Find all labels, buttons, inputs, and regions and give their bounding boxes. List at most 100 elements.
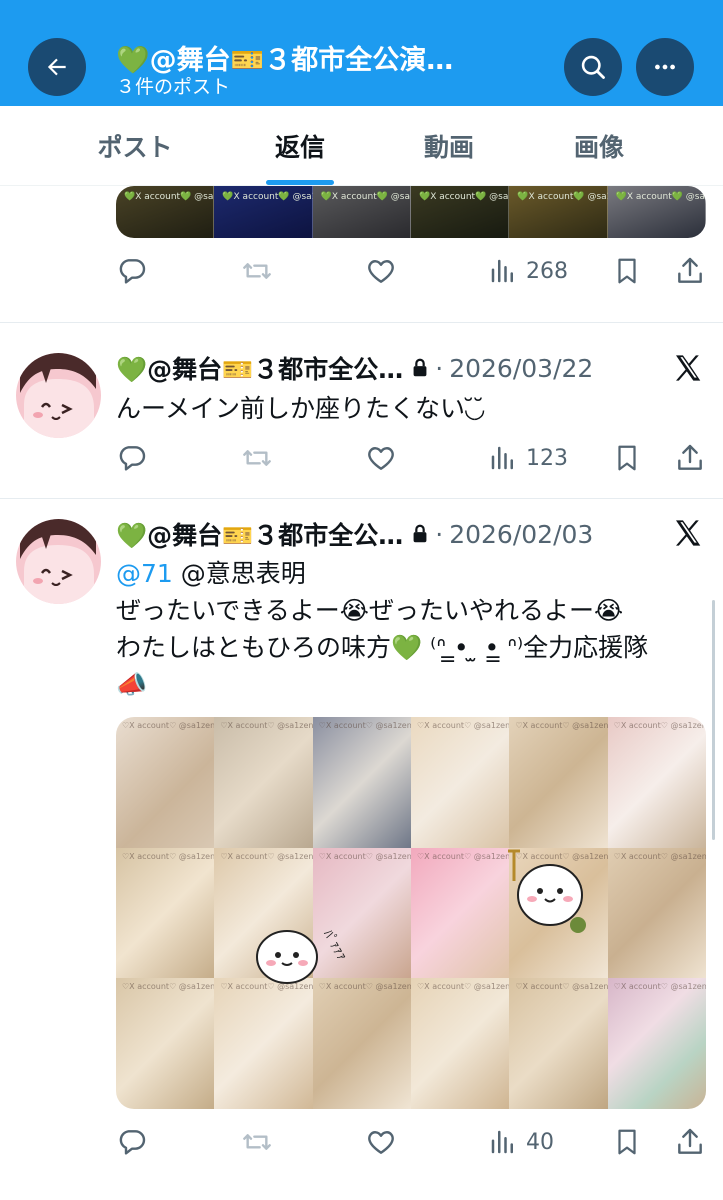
scrollbar[interactable] bbox=[712, 600, 715, 840]
media-thumbnail[interactable]: 💚X account💚 @sa1zensuwaru bbox=[607, 186, 706, 238]
media-watermark: ♡X account♡ @sa1zensuwaru bbox=[417, 721, 510, 730]
post-media-grid[interactable]: ♡X account♡ @sa1zensuwaru ♡X account♡ @s… bbox=[116, 717, 706, 1109]
media-thumbnail[interactable]: ♡X account♡ @sa1zensuwaru bbox=[312, 978, 411, 1109]
avatar[interactable] bbox=[16, 353, 101, 438]
lock-icon bbox=[413, 524, 427, 543]
avatar[interactable] bbox=[16, 519, 101, 604]
media-watermark: ♡X account♡ @sa1zensuwaru bbox=[220, 721, 313, 730]
post-text-line: わたしはともひろの味方💚 ⁽ᐢ ̳• ̫ •̳ ᐢ⁾全力応援隊 bbox=[116, 633, 649, 662]
comment-icon bbox=[119, 446, 146, 471]
share-button[interactable] bbox=[674, 1122, 706, 1162]
x-logo-icon[interactable] bbox=[672, 517, 704, 549]
mention-rest: @意思表明 bbox=[172, 559, 306, 588]
bookmark-button[interactable] bbox=[612, 438, 642, 478]
bookmark-icon bbox=[618, 258, 636, 284]
media-thumbnail[interactable]: ♡X account♡ @sa1zensuwaru bbox=[509, 717, 608, 848]
media-thumbnail[interactable]: ♡X account♡ @sa1zensuwaru bbox=[607, 717, 706, 848]
media-thumbnail[interactable]: ♡X account♡ @sa1zensuwaru bbox=[214, 978, 313, 1109]
display-name[interactable]: 💚@舞台🎫３都市全公… bbox=[116, 516, 403, 552]
retweet-button[interactable] bbox=[240, 438, 274, 478]
media-watermark: ♡X account♡ @sa1zensuwaru bbox=[613, 982, 706, 992]
heart-icon bbox=[368, 447, 394, 470]
media-watermark: ♡X account♡ @sa1zensuwaru bbox=[220, 851, 313, 861]
bar-chart-icon bbox=[491, 259, 513, 283]
media-thumbnail[interactable]: ♡X account♡ @sa1zensuwaru bbox=[607, 978, 706, 1109]
retweet-button[interactable] bbox=[240, 1122, 274, 1162]
media-thumbnail[interactable]: 💚X account💚 @sa1zensuwaru bbox=[116, 186, 268, 238]
post-divider bbox=[0, 498, 723, 499]
media-thumbnail[interactable]: 💚X account💚 @sa1zensuwaru bbox=[312, 186, 464, 238]
bookmark-icon bbox=[618, 445, 636, 471]
media-watermark: ♡X account♡ @sa1zensuwaru bbox=[318, 982, 411, 992]
post-actions: 123 bbox=[116, 438, 706, 478]
post-date[interactable]: 2026/03/22 bbox=[449, 354, 593, 383]
media-watermark: ♡X account♡ @sa1zensuwaru bbox=[318, 851, 411, 861]
share-button[interactable] bbox=[674, 251, 706, 291]
retweet-icon bbox=[243, 450, 271, 466]
post-header: 💚@舞台🎫３都市全公… · 2026/03/22 bbox=[116, 350, 593, 386]
reply-button[interactable] bbox=[116, 438, 148, 478]
bar-chart-icon bbox=[491, 446, 513, 470]
media-thumbnail[interactable]: ♡X account♡ @sa1zensuwaru bbox=[116, 717, 215, 848]
post-date[interactable]: 2026/02/03 bbox=[449, 520, 593, 549]
media-watermark: ♡X account♡ @sa1zensuwaru bbox=[122, 851, 215, 861]
media-watermark: ♡X account♡ @sa1zensuwaru bbox=[515, 721, 608, 730]
search-button[interactable] bbox=[564, 38, 622, 96]
retweet-button[interactable] bbox=[240, 251, 274, 291]
media-thumbnail[interactable]: ♡X account♡ @sa1zensuwaru bbox=[509, 978, 608, 1109]
active-tab-indicator bbox=[266, 180, 334, 185]
media-thumbnail[interactable]: ♡X account♡ @sa1zensuwaru bbox=[116, 978, 215, 1109]
heart-icon bbox=[368, 260, 394, 283]
back-button[interactable] bbox=[28, 38, 86, 96]
media-thumbnail[interactable]: ♡X account♡ @sa1zensuwaru bbox=[411, 717, 510, 848]
media-watermark: ♡X account♡ @sa1zensuwaru bbox=[613, 851, 706, 861]
bookmark-button[interactable] bbox=[612, 251, 642, 291]
views-button[interactable]: 268 bbox=[488, 251, 568, 291]
media-thumbnail[interactable]: ♡X account♡ @sa1zensuwaru bbox=[312, 717, 411, 848]
separator-dot: · bbox=[435, 353, 444, 383]
reply-button[interactable] bbox=[116, 1122, 148, 1162]
media-thumbnail[interactable]: ♡X account♡ @sa1zensuwaru bbox=[411, 847, 510, 979]
retweet-icon bbox=[243, 1134, 271, 1150]
like-button[interactable] bbox=[364, 1122, 398, 1162]
display-name[interactable]: 💚@舞台🎫３都市全公… bbox=[116, 350, 403, 386]
views-button[interactable]: 40 bbox=[488, 1122, 554, 1162]
media-thumbnail[interactable]: ♡X account♡ @sa1zensuwaru bbox=[607, 847, 706, 979]
header-subtitle: ３件のポスト bbox=[116, 76, 231, 98]
tab-posts[interactable]: ポスト bbox=[60, 106, 210, 186]
share-icon bbox=[678, 257, 702, 283]
retweet-icon bbox=[243, 263, 271, 279]
bar-chart-icon bbox=[491, 1130, 513, 1154]
media-watermark: ♡X account♡ @sa1zensuwaru bbox=[417, 851, 510, 861]
view-count: 40 bbox=[526, 1129, 554, 1155]
media-thumbnail[interactable]: ♡X account♡ @sa1zensuwaru bbox=[116, 847, 215, 979]
lock-icon bbox=[413, 358, 427, 377]
separator-dot: · bbox=[435, 519, 444, 549]
arrow-left-icon bbox=[47, 58, 66, 76]
post-divider bbox=[0, 322, 723, 323]
x-logo-icon[interactable] bbox=[672, 352, 704, 384]
share-icon bbox=[678, 444, 702, 470]
media-thumbnail[interactable]: 💚X account💚 @sa1zensuwaru bbox=[509, 186, 661, 238]
view-count: 268 bbox=[526, 258, 568, 284]
tab-replies[interactable]: 返信 bbox=[225, 106, 375, 186]
share-icon bbox=[678, 1128, 702, 1154]
post-media-grid[interactable]: 💚X account💚 @sa1zensuwaru 💚X account💚 @s… bbox=[116, 186, 706, 238]
like-button[interactable] bbox=[364, 438, 398, 478]
sticker-character bbox=[508, 849, 586, 933]
tab-images[interactable]: 画像 bbox=[524, 106, 674, 186]
like-button[interactable] bbox=[364, 251, 398, 291]
media-thumbnail[interactable]: 💚X account💚 @sa1zensuwaru bbox=[410, 186, 563, 238]
tab-videos[interactable]: 動画 bbox=[374, 106, 524, 186]
mention-link[interactable]: @71 bbox=[116, 559, 173, 588]
more-options-button[interactable] bbox=[636, 38, 694, 96]
reply-button[interactable] bbox=[116, 251, 148, 291]
media-thumbnail[interactable]: ♡X account♡ @sa1zensuwaru bbox=[411, 978, 510, 1109]
media-thumbnail[interactable]: ♡X account♡ @sa1zensuwaru bbox=[312, 847, 411, 979]
bookmark-button[interactable] bbox=[612, 1122, 642, 1162]
views-button[interactable]: 123 bbox=[488, 438, 568, 478]
media-thumbnail[interactable]: ♡X account♡ @sa1zensuwaru bbox=[214, 717, 313, 848]
media-thumbnail[interactable]: 💚X account💚 @sa1zensuwaru bbox=[214, 186, 366, 238]
share-button[interactable] bbox=[674, 438, 706, 478]
bookmark-icon bbox=[618, 1129, 636, 1155]
